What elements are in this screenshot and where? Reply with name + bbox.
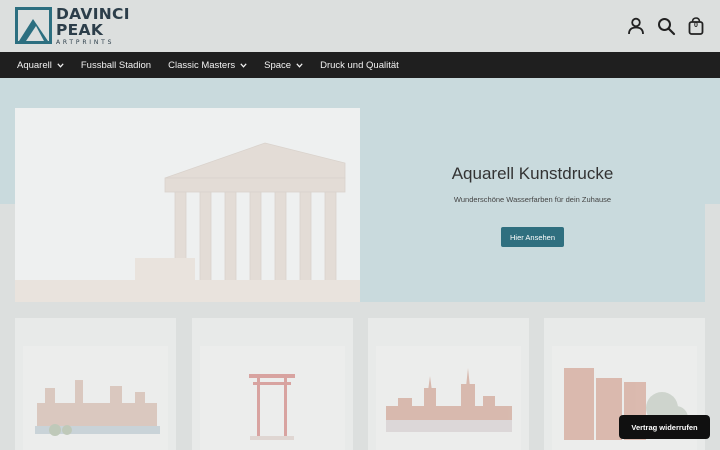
search-icon[interactable] bbox=[656, 16, 676, 36]
product-card[interactable] bbox=[368, 318, 529, 450]
brand-logo[interactable]: DAVINCI PEAK ARTPRINTS bbox=[15, 6, 130, 46]
chevron-down-icon bbox=[240, 62, 247, 68]
watercolor-city-skyline-image bbox=[386, 368, 512, 432]
account-icon[interactable] bbox=[626, 16, 646, 36]
nav-item-label: Aquarell bbox=[17, 59, 52, 71]
hero-image-temple[interactable] bbox=[15, 108, 360, 302]
nav-item-classic-masters[interactable]: Classic Masters bbox=[168, 60, 247, 71]
watercolor-torii-gate-image bbox=[249, 374, 295, 440]
cart-button[interactable]: 0 bbox=[686, 16, 706, 36]
nav-item-label: Fussball Stadion bbox=[80, 59, 152, 71]
product-card[interactable] bbox=[192, 318, 353, 450]
cart-count: 0 bbox=[694, 22, 698, 29]
product-card[interactable] bbox=[15, 318, 176, 450]
brand-line-2: PEAK bbox=[56, 20, 104, 39]
temple-watercolor-image bbox=[15, 108, 360, 302]
nav-item-space[interactable]: Space bbox=[264, 60, 303, 71]
chevron-down-icon bbox=[57, 62, 64, 68]
main-navigation: Aquarell Fussball Stadion Classic Master… bbox=[0, 52, 720, 78]
nav-item-label: Space bbox=[264, 59, 292, 71]
site-header: DAVINCI PEAK ARTPRINTS 0 bbox=[0, 0, 720, 52]
nav-item-druck-und-qualitaet[interactable]: Druck und Qualität bbox=[320, 60, 399, 71]
nav-item-label: Druck und Qualität bbox=[320, 59, 399, 71]
hero-subtitle: Wunderschöne Wasserfarben für dein Zuhau… bbox=[453, 195, 612, 204]
withdraw-contract-button[interactable]: Vertrag widerrufen bbox=[619, 415, 710, 439]
header-actions: 0 bbox=[626, 16, 706, 36]
hero-title: Aquarell Kunstdrucke bbox=[451, 164, 614, 183]
hero-cta-button[interactable]: Hier Ansehen bbox=[501, 227, 564, 247]
mountain-logo-icon bbox=[15, 7, 52, 44]
nav-item-fussball-stadion[interactable]: Fussball Stadion bbox=[81, 60, 151, 71]
watercolor-city-harbor-image bbox=[35, 380, 160, 436]
brand-line-3: ARTPRINTS bbox=[56, 39, 115, 46]
nav-item-label: Classic Masters bbox=[168, 59, 236, 71]
nav-item-aquarell[interactable]: Aquarell bbox=[17, 60, 64, 71]
brand-name: DAVINCI PEAK ARTPRINTS bbox=[56, 6, 130, 46]
chevron-down-icon bbox=[296, 62, 303, 68]
